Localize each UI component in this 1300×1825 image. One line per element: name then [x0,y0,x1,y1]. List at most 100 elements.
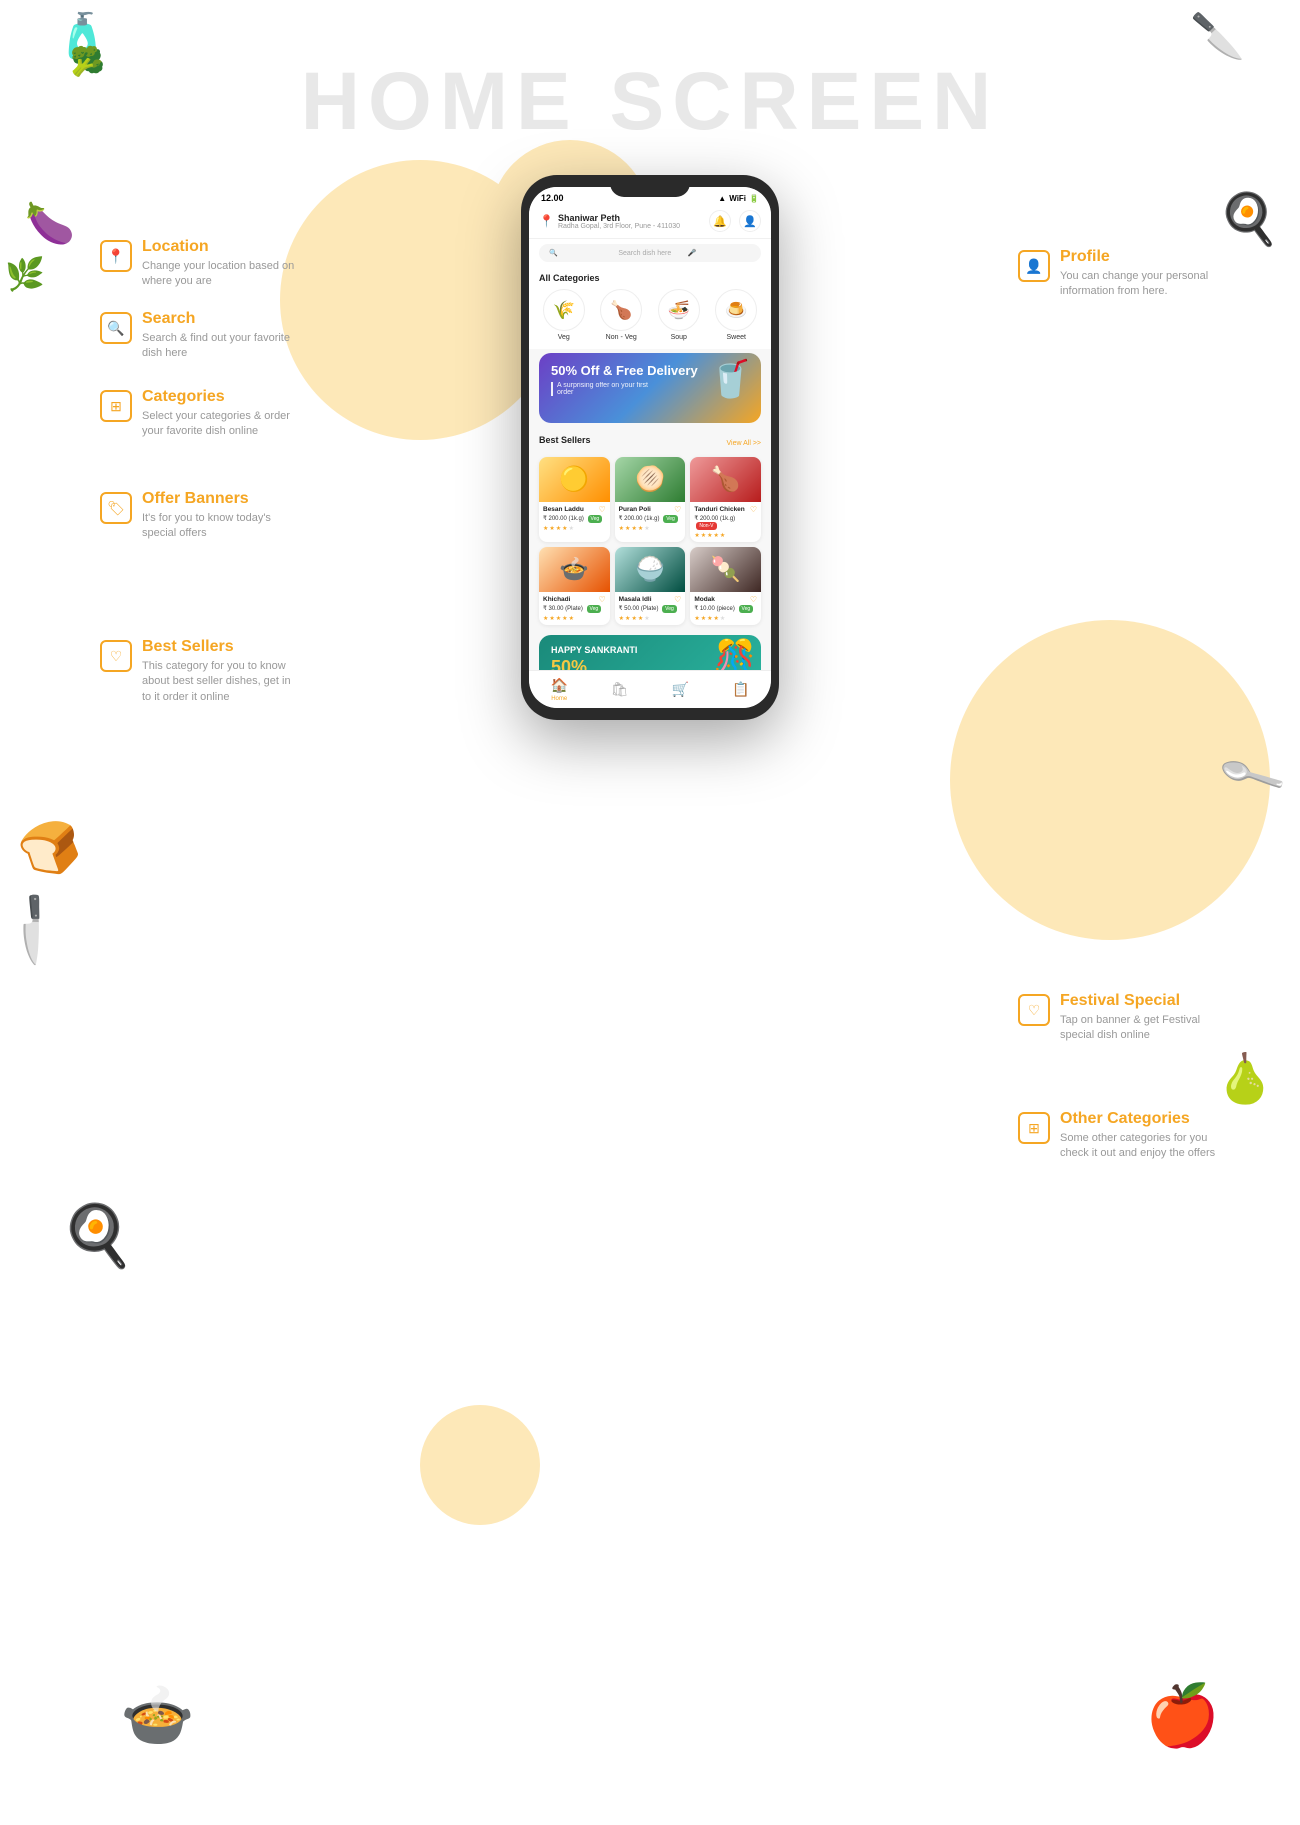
category-soup[interactable]: 🍜 Soup [658,289,700,341]
food-price-5: ₹ 50.00 (Plate) Veg [619,605,682,613]
nav-cart-icon: 🛒 [672,681,689,698]
food-heart-3[interactable]: ♡ [750,505,757,514]
food-card-besan-laddu[interactable]: 🟡 Besan Laddu ♡ ₹ 200.00 (1k.g) Veg ★ [539,457,610,542]
food-price-2: ₹ 200.00 (1k.g) Veg [619,515,682,523]
page-title: HOME SCREEN [301,55,1000,149]
food-grid: 🟡 Besan Laddu ♡ ₹ 200.00 (1k.g) Veg ★ [539,457,761,625]
food-stars-1: ★ ★ ★ ★ ★ [543,525,606,532]
annotation-offer-icon: 🏷 [100,492,132,524]
offer-banner[interactable]: 50% Off & Free Delivery A surprising off… [539,353,761,423]
nav-cart[interactable]: 🛒 [672,681,689,698]
location-pin-icon: 📍 [539,214,554,228]
location-info: 📍 Shaniwar Peth Radha Gopal, 3rd Floor, … [539,213,680,230]
food-img-1: 🟡 [539,457,610,502]
food-name-row-2: Puran Poli ♡ [619,505,682,514]
category-non-veg[interactable]: 🍗 Non - Veg [600,289,642,341]
food-card-khichadi[interactable]: 🍲 Khichadi ♡ ₹ 30.00 (Plate) Veg ★ [539,547,610,625]
annotation-festival-text: Festival Special Tap on banner & get Fes… [1060,992,1220,1044]
food-name-4: Khichadi [543,596,570,603]
deco-broccoli: 🥦 [70,45,105,78]
best-sellers-header: Best Sellers View All >> [539,435,761,451]
search-placeholder: Search dish here [618,250,681,257]
food-heart-1[interactable]: ♡ [598,505,605,514]
category-veg-label: Veg [558,334,570,341]
annotation-festival-icon: ♡ [1018,994,1050,1026]
annotation-search-icon: 🔍 [100,312,132,344]
food-name-5: Masala Idli [619,596,652,603]
offer-banner-subtitle: A surprising offer on your first order [551,382,651,396]
food-img-2: 🫓 [615,457,686,502]
annotation-categories-icon: ⊞ [100,390,132,422]
deco-bread: 🍞 [12,811,91,888]
food-info-2: Puran Poli ♡ ₹ 200.00 (1k.g) Veg ★ ★ ★ [615,502,686,535]
categories-row: 🌾 Veg 🍗 Non - Veg 🍜 Soup 🍮 Sweet [539,289,761,341]
category-veg-icon: 🌾 [543,289,585,331]
location-bar: 📍 Shaniwar Peth Radha Gopal, 3rd Floor, … [529,206,771,239]
phone-frame: 12.00 ▲ WiFi 🔋 📍 Shaniwar Peth Radha Gop… [521,175,779,720]
food-card-tanduri-chicken[interactable]: 🍗 Tanduri Chicken ♡ ₹ 200.00 (1k.g) Non-… [690,457,761,542]
search-input[interactable]: 🔍 Search dish here 🎤 [539,244,761,262]
food-name-3: Tanduri Chicken [694,506,744,513]
header-icons: 🔔 👤 [709,210,761,232]
food-heart-4[interactable]: ♡ [598,595,605,604]
notification-icon[interactable]: 🔔 [709,210,731,232]
food-stars-2: ★ ★ ★ ★ ★ [619,525,682,532]
offer-banner-image: 🥤 [708,358,753,400]
food-stars-3: ★ ★ ★ ★ ★ [694,532,757,539]
food-name-6: Modak [694,596,715,603]
food-info-1: Besan Laddu ♡ ₹ 200.00 (1k.g) Veg ★ ★ ★ [539,502,610,535]
nav-bag[interactable]: 🛍 [611,681,629,698]
food-img-5: 🍚 [615,547,686,592]
food-card-puran-poli[interactable]: 🫓 Puran Poli ♡ ₹ 200.00 (1k.g) Veg ★ [615,457,686,542]
status-icons: ▲ WiFi 🔋 [718,194,759,203]
annotation-profile-text: Profile You can change your personal inf… [1060,248,1220,300]
annotation-location: 📍 Location Change your location based on… [100,238,302,290]
view-all-link[interactable]: View All >> [726,440,761,447]
annotation-other-cat-text: Other Categories Some other categories f… [1060,1110,1220,1162]
deco-pot: 🍳 [60,1200,135,1271]
deco-eggplant: 🍆 [25,200,75,247]
annotation-festival: ♡ Festival Special Tap on banner & get F… [1018,992,1220,1044]
annotation-other-cat-icon: ⊞ [1018,1112,1050,1144]
food-img-6: 🍡 [690,547,761,592]
annotation-profile: 👤 Profile You can change your personal i… [1018,248,1220,300]
food-price-3: ₹ 200.00 (1k.g) Non-V [694,515,757,530]
food-img-3: 🍗 [690,457,761,502]
food-info-6: Modak ♡ ₹ 10.00 (piece) Veg ★ ★ ★ ★ [690,592,761,625]
category-veg[interactable]: 🌾 Veg [543,289,585,341]
category-sweet-icon: 🍮 [715,289,757,331]
food-heart-2[interactable]: ♡ [674,505,681,514]
food-info-4: Khichadi ♡ ₹ 30.00 (Plate) Veg ★ ★ ★ [539,592,610,625]
nav-profile[interactable]: 📋 [732,681,749,698]
status-time: 12.00 [541,193,564,203]
category-sweet[interactable]: 🍮 Sweet [715,289,757,341]
annotation-bestsellers-text: Best Sellers This category for you to kn… [142,638,302,705]
food-card-modak[interactable]: 🍡 Modak ♡ ₹ 10.00 (piece) Veg ★ [690,547,761,625]
deco-knife: 🔪 [1190,10,1245,62]
deco-spatula: 🔪 [0,887,76,970]
food-card-masala-idli[interactable]: 🍚 Masala Idli ♡ ₹ 50.00 (Plate) Veg ★ [615,547,686,625]
location-address: Radha Gopal, 3rd Floor, Pune - 411030 [558,223,680,230]
food-heart-5[interactable]: ♡ [674,595,681,604]
annotation-search: 🔍 Search Search & find out your favorite… [100,310,302,362]
annotation-offer-text: Offer Banners It's for you to know today… [142,490,302,542]
bg-circle-3 [950,620,1270,940]
annotation-offer: 🏷 Offer Banners It's for you to know tod… [100,490,302,542]
signal-icon: ▲ [718,194,726,203]
food-heart-6[interactable]: ♡ [750,595,757,604]
food-info-5: Masala Idli ♡ ₹ 50.00 (Plate) Veg ★ ★ ★ [615,592,686,625]
categories-title: All Categories [539,273,761,283]
nav-home[interactable]: 🏠 Home [550,677,567,702]
deco-pot2: 🍲 [120,1680,195,1751]
profile-icon[interactable]: 👤 [739,210,761,232]
annotation-categories: ⊞ Categories Select your categories & or… [100,388,302,440]
food-stars-5: ★ ★ ★ ★ ★ [619,615,682,622]
bg-circle-4 [420,1405,540,1525]
food-price-1: ₹ 200.00 (1k.g) Veg [543,515,606,523]
food-price-6: ₹ 10.00 (piece) Veg [694,605,757,613]
mic-icon: 🎤 [688,249,751,257]
battery-icon: 🔋 [749,194,759,203]
phone-screen: 12.00 ▲ WiFi 🔋 📍 Shaniwar Peth Radha Gop… [529,187,771,708]
food-price-4: ₹ 30.00 (Plate) Veg [543,605,606,613]
food-name-row-3: Tanduri Chicken ♡ [694,505,757,514]
